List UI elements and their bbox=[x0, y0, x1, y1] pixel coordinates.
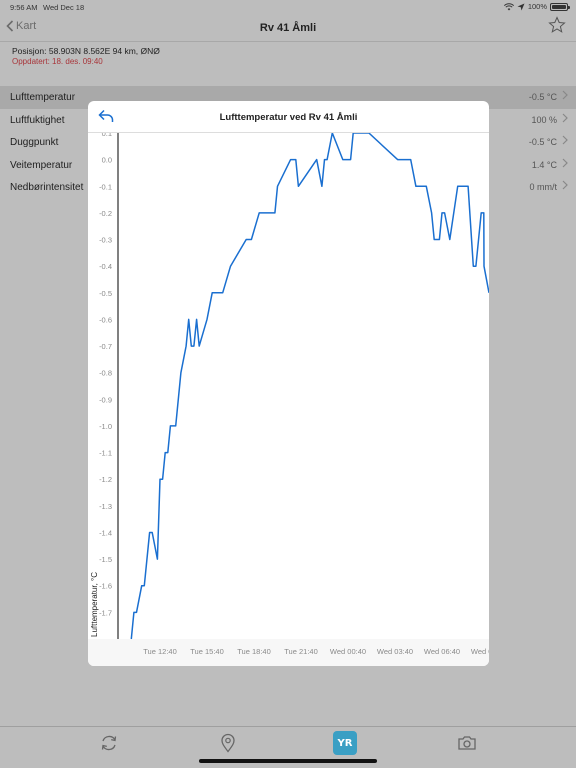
y-tick-label: 0.0 bbox=[102, 156, 112, 165]
status-date: Wed Dec 18 bbox=[43, 3, 85, 12]
nav-bar: Kart Rv 41 Åmli bbox=[0, 14, 576, 42]
home-indicator bbox=[199, 759, 377, 763]
y-tick-label: -0.7 bbox=[99, 342, 112, 351]
temperature-series-line bbox=[130, 133, 489, 640]
y-tick-label: -0.2 bbox=[99, 209, 112, 218]
y-tick-label: -0.9 bbox=[99, 395, 112, 404]
battery-percent: 100% bbox=[527, 2, 547, 11]
x-tick-label: Tue 18:40 bbox=[237, 647, 271, 656]
row-value: -0.5 °C bbox=[528, 137, 557, 147]
x-tick-label: Wed 00:40 bbox=[330, 647, 366, 656]
row-label: Veitemperatur bbox=[10, 159, 73, 171]
y-tick-label: -0.1 bbox=[99, 182, 112, 191]
temperature-chart: 0.1 0.0 -0.1 -0.2 -0.3 -0.4 -0.5 -0.6 -0.7 -0.8 -0… bbox=[88, 133, 489, 666]
yr-logo-text: YR bbox=[337, 737, 353, 749]
camera-icon[interactable] bbox=[457, 734, 477, 752]
status-right: 100% bbox=[503, 2, 570, 11]
row-value: -0.5 °C bbox=[528, 92, 557, 102]
y-tick-label: -1.2 bbox=[99, 475, 112, 484]
row-label: Duggpunkt bbox=[10, 137, 59, 148]
y-tick-label: -1.0 bbox=[99, 422, 112, 431]
y-tick-label: -1.6 bbox=[99, 582, 112, 591]
y-axis-label: Lufttemperatur, °C bbox=[90, 572, 99, 637]
y-tick-label: -1.4 bbox=[99, 528, 112, 537]
y-tick-label: -0.4 bbox=[99, 262, 112, 271]
position-text: Posisjon: 58.903N 8.562E 94 km, ØNØ bbox=[12, 46, 160, 56]
modal-header: Lufttemperatur ved Rv 41 Åmli bbox=[88, 101, 489, 133]
page-title: Rv 41 Åmli bbox=[259, 22, 317, 34]
y-tick-label: -0.6 bbox=[99, 315, 112, 324]
x-tick-label: Wed 06:40 bbox=[424, 647, 460, 656]
y-tick-label: -1.1 bbox=[99, 449, 112, 458]
x-tick-label: Tue 21:40 bbox=[284, 647, 318, 656]
star-icon[interactable] bbox=[548, 16, 566, 34]
chevron-right-icon bbox=[562, 90, 568, 100]
modal-title: Lufttemperatur ved Rv 41 Åmli bbox=[219, 112, 358, 123]
y-tick-label: -1.3 bbox=[99, 502, 112, 511]
chevron-right-icon bbox=[562, 180, 568, 190]
row-value: 0 mm/t bbox=[529, 182, 557, 192]
row-label: Luftfuktighet bbox=[10, 114, 65, 126]
y-tick-label: -1.7 bbox=[99, 608, 112, 617]
row-value: 100 % bbox=[531, 114, 557, 125]
chevron-right-icon bbox=[562, 113, 568, 122]
refresh-icon[interactable] bbox=[99, 733, 119, 753]
battery-icon bbox=[550, 2, 570, 11]
y-tick-label: -0.3 bbox=[99, 236, 112, 245]
x-tick-label: Tue 15:40 bbox=[190, 647, 224, 656]
chevron-right-icon bbox=[562, 135, 568, 145]
x-tick-label: Tue 12:40 bbox=[143, 647, 177, 656]
chart-modal: Lufttemperatur ved Rv 41 Åmli 0.1 0.0 -0.1… bbox=[88, 101, 489, 666]
y-tick-label: -0.8 bbox=[99, 369, 112, 378]
row-value: 1.4 °C bbox=[531, 159, 557, 170]
status-time: 9:56 AM bbox=[10, 3, 38, 12]
y-tick-label: -1.5 bbox=[99, 555, 112, 564]
station-info: Posisjon: 58.903N 8.562E 94 km, ØNØ Oppd… bbox=[0, 42, 576, 86]
location-pin-icon[interactable] bbox=[219, 733, 237, 753]
location-arrow-icon bbox=[517, 3, 525, 10]
wifi-icon bbox=[503, 2, 514, 10]
row-label: Lufttemperatur bbox=[10, 92, 76, 103]
updated-text: Oppdatert: 18. des. 09:40 bbox=[12, 57, 103, 66]
row-label: Nedbørintensitet bbox=[10, 182, 84, 193]
y-tick-label: 0.1 bbox=[102, 133, 112, 138]
y-tick-label: -0.5 bbox=[99, 289, 112, 298]
status-bar: 9:56 AM Wed Dec 18 100% bbox=[0, 0, 576, 14]
yr-logo-icon[interactable]: YR bbox=[333, 731, 357, 755]
x-tick-label: Wed 03:40 bbox=[377, 647, 413, 656]
x-tick-label: Wed 09:40 bbox=[471, 647, 489, 656]
chevron-right-icon bbox=[562, 158, 568, 167]
